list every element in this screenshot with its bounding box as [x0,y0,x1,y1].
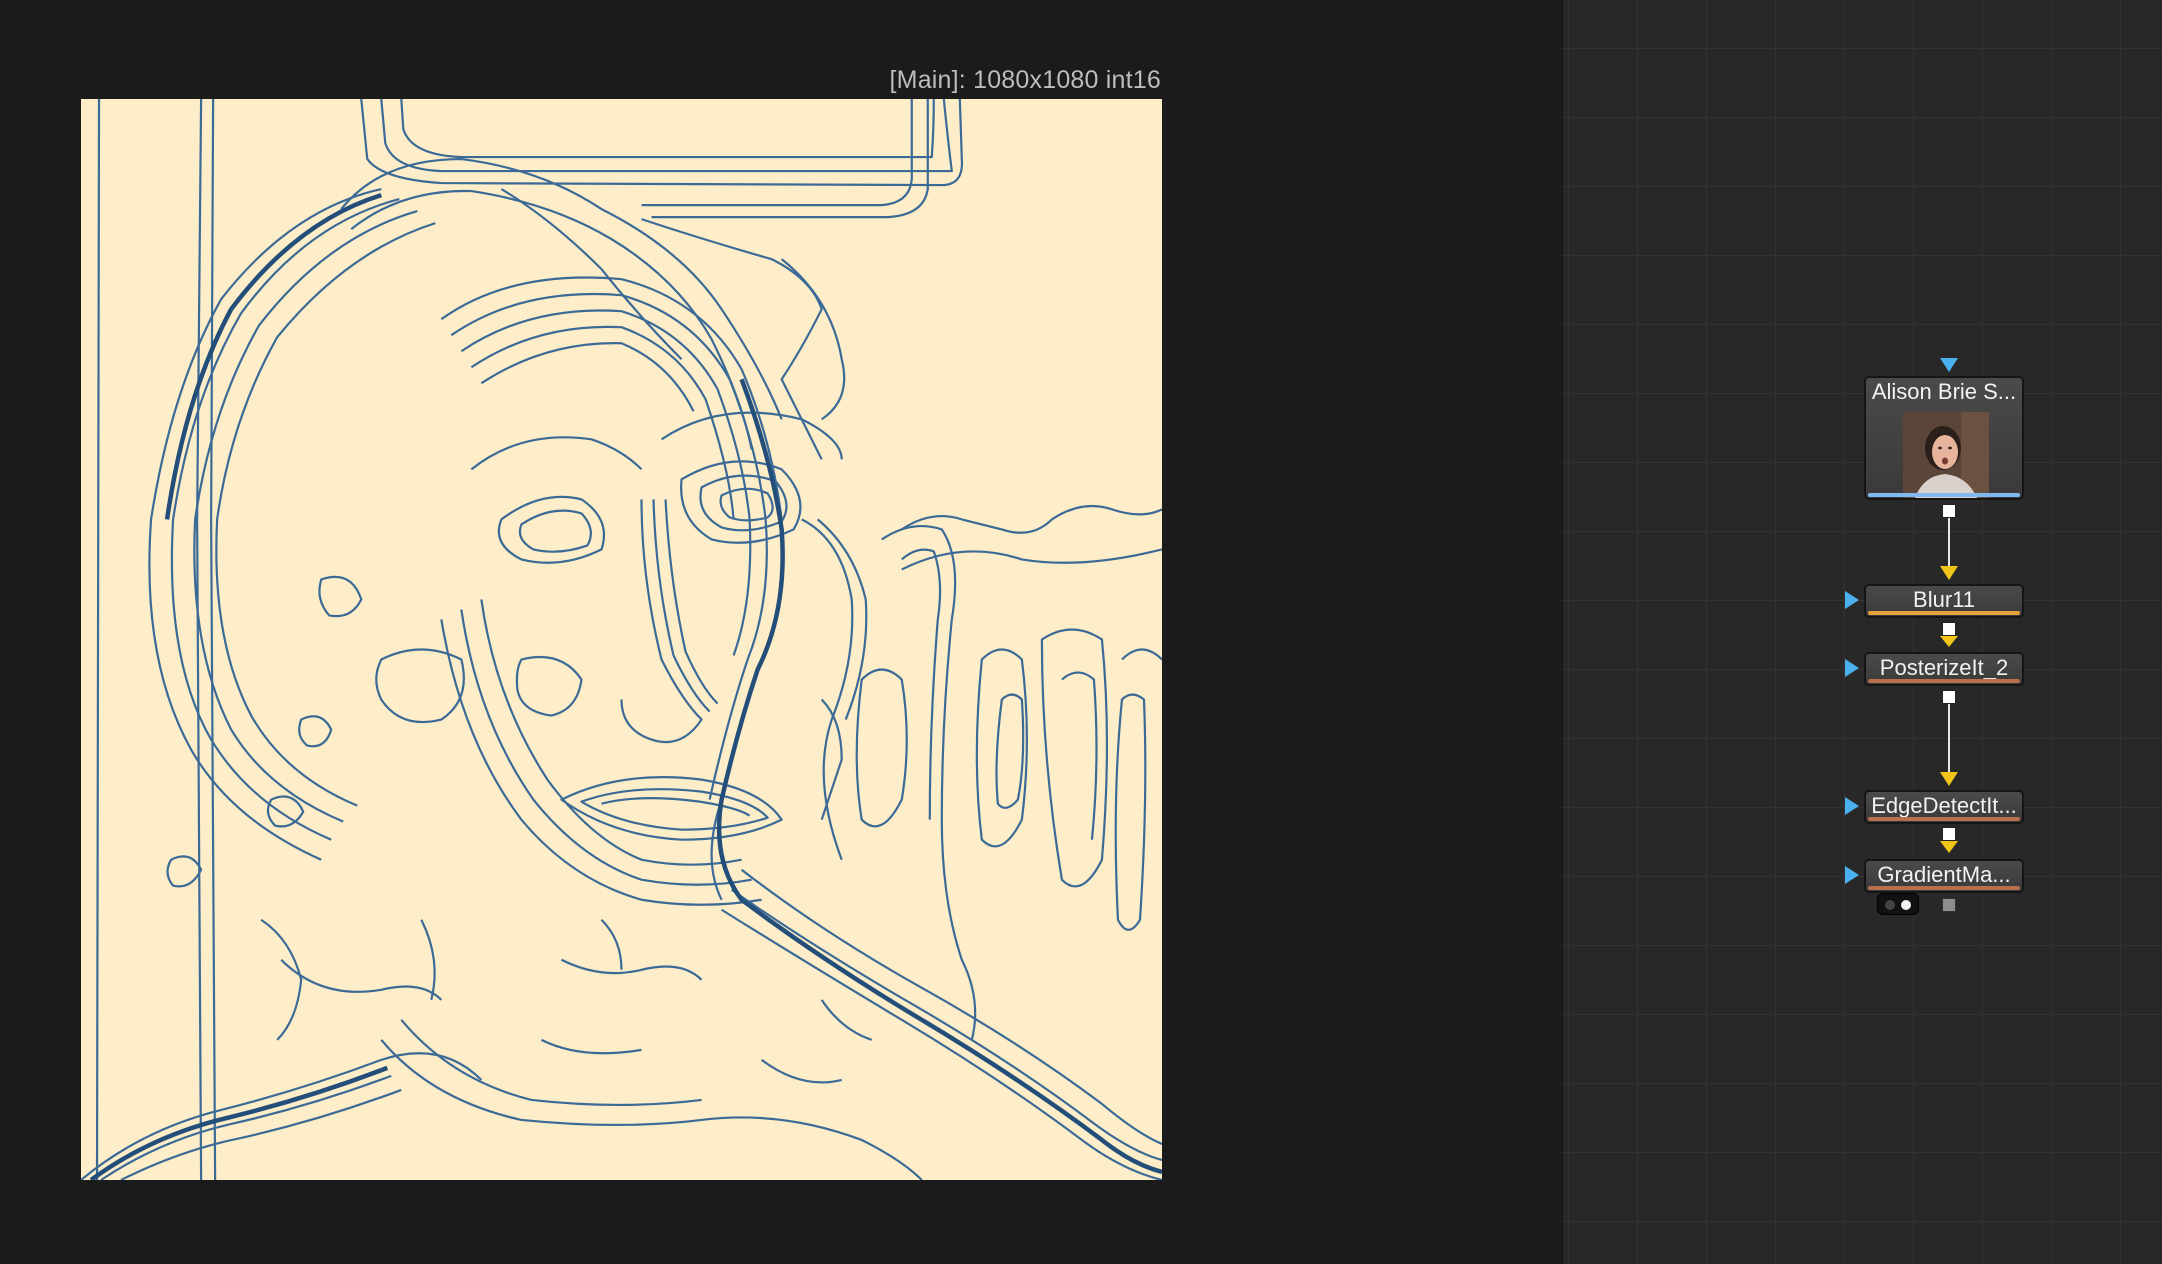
gradient-input-arrow-icon[interactable] [1940,841,1958,853]
viewer-indicator-icon[interactable] [1877,893,1919,915]
edge-output-port[interactable] [1942,827,1956,841]
fusion-workspace: [Main]: 1080x1080 int16 Alison Brie S...… [0,0,2162,1264]
node-blur[interactable]: Blur11 [1864,584,2024,618]
blur-mask-arrow-icon[interactable] [1845,591,1859,609]
node-posterize-color-bar [1868,679,2020,683]
node-gradient-map-color-bar [1868,886,2020,890]
node-editor-panel[interactable]: Alison Brie S... Blur11 PosterizeIt_2 Ed… [1562,0,2162,1264]
viewer-indicator-right-dot [1901,900,1911,910]
loader-output-port[interactable] [1942,504,1956,518]
edge-mask-arrow-icon[interactable] [1845,797,1859,815]
blur-input-arrow-icon[interactable] [1940,566,1958,580]
posterize-input-arrow-icon[interactable] [1940,636,1958,647]
node-blur-label: Blur11 [1913,587,1975,612]
wire-loader-to-blur [1948,518,1950,568]
loader-input-arrow-icon[interactable] [1940,358,1958,372]
viewer-resolution-label: [Main]: 1080x1080 int16 [889,66,1161,94]
node-loader-label: Alison Brie S... [1871,379,2017,404]
viewer-canvas-image[interactable] [81,99,1162,1180]
edge-input-arrow-icon[interactable] [1940,772,1958,786]
gradient-mask-arrow-icon[interactable] [1845,866,1859,884]
node-edge-detect[interactable]: EdgeDetectIt... [1864,790,2024,824]
node-loader-color-bar [1868,493,2020,497]
blur-output-port[interactable] [1942,622,1956,636]
gradient-output-port[interactable] [1942,898,1956,912]
posterize-output-port[interactable] [1942,690,1956,704]
posterize-mask-arrow-icon[interactable] [1845,659,1859,677]
node-edge-detect-label: EdgeDetectIt... [1871,793,2017,818]
node-posterize-label: PosterizeIt_2 [1879,655,2009,680]
viewer-indicator-left-dot [1885,900,1895,910]
node-gradient-map-label: GradientMa... [1877,862,2011,887]
wire-posterize-to-edge [1948,704,1950,774]
node-loader[interactable]: Alison Brie S... [1864,376,2024,500]
viewer-panel[interactable]: [Main]: 1080x1080 int16 [0,0,1562,1264]
node-edge-detect-color-bar [1868,817,2020,821]
node-gradient-map[interactable]: GradientMa... [1864,859,2024,893]
image-thumbnail-icon [1903,412,1989,498]
edge-detected-contour-image [81,99,1162,1180]
node-posterize[interactable]: PosterizeIt_2 [1864,652,2024,686]
node-blur-color-bar [1868,611,2020,615]
